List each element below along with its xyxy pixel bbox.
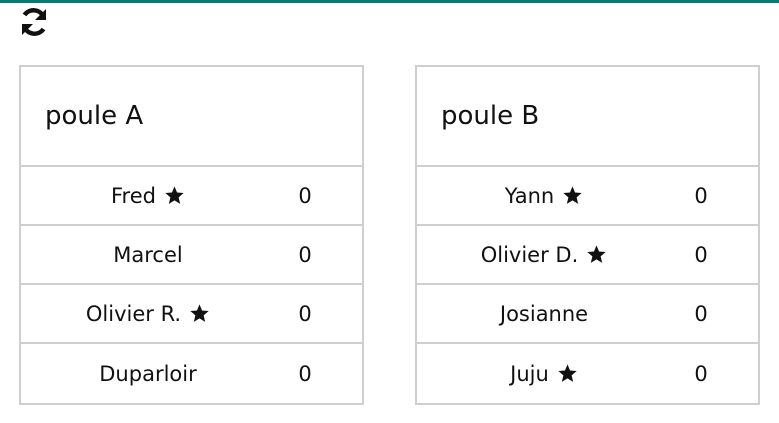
player-score: 0 xyxy=(694,242,708,267)
player-name-cell: Josianne xyxy=(417,302,671,326)
refresh-button[interactable] xyxy=(17,5,51,39)
player-name: Olivier R. xyxy=(85,301,182,326)
player-row: Duparloir 0 xyxy=(21,344,362,403)
player-row: Juju 0 xyxy=(417,344,758,403)
poule-title: poule B xyxy=(417,67,758,167)
player-score: 0 xyxy=(298,301,312,326)
player-name-cell: Olivier D. xyxy=(417,243,671,267)
player-score: 0 xyxy=(298,183,312,208)
player-row: Josianne 0 xyxy=(417,285,758,344)
star-icon xyxy=(586,244,607,265)
player-row: Olivier R. 0 xyxy=(21,285,362,344)
player-name: Olivier D. xyxy=(480,242,579,267)
player-row: Yann 0 xyxy=(417,167,758,226)
player-row: Olivier D. 0 xyxy=(417,226,758,285)
player-name: Duparloir xyxy=(99,361,197,386)
player-name: Marcel xyxy=(113,242,183,267)
player-name-cell: Yann xyxy=(417,184,671,208)
poule-b-card: poule B Yann 0 Olivier D. 0 Josianne 0 J… xyxy=(415,65,760,405)
player-name: Fred xyxy=(111,183,156,208)
poule-title: poule A xyxy=(21,67,362,167)
star-icon xyxy=(164,185,185,206)
player-score: 0 xyxy=(694,183,708,208)
star-icon xyxy=(557,363,578,384)
player-name: Juju xyxy=(510,361,549,386)
player-score: 0 xyxy=(694,301,708,326)
player-row: Fred 0 xyxy=(21,167,362,226)
player-name: Yann xyxy=(504,183,555,208)
poule-a-card: poule A Fred 0 Marcel 0 Olivier R. 0 Dup… xyxy=(19,65,364,405)
star-icon xyxy=(189,303,210,324)
player-name-cell: Juju xyxy=(417,362,671,386)
top-accent-bar xyxy=(0,0,779,3)
player-score: 0 xyxy=(694,361,708,386)
star-icon xyxy=(562,185,583,206)
player-name-cell: Olivier R. xyxy=(21,302,275,326)
player-name: Josianne xyxy=(499,301,589,326)
player-row: Marcel 0 xyxy=(21,226,362,285)
player-name-cell: Duparloir xyxy=(21,362,275,386)
player-score: 0 xyxy=(298,242,312,267)
player-score: 0 xyxy=(298,361,312,386)
refresh-icon xyxy=(21,8,47,36)
player-name-cell: Marcel xyxy=(21,243,275,267)
player-name-cell: Fred xyxy=(21,184,275,208)
